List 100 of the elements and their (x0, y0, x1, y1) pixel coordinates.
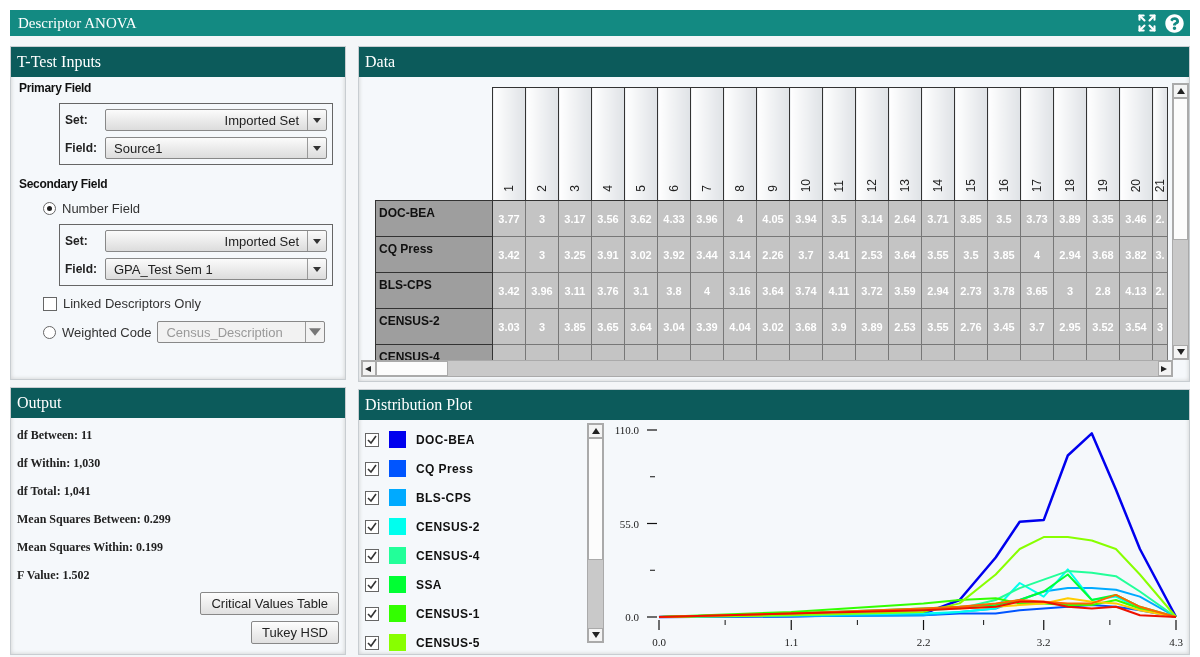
caret-icon (309, 327, 322, 337)
column-header: 3 (558, 87, 592, 201)
x-tick-label: 0.0 (652, 636, 666, 649)
checkbox[interactable] (365, 635, 379, 650)
scroll-arrow-icon[interactable] (1176, 88, 1185, 94)
checkbox[interactable] (365, 606, 379, 621)
field-dropdown[interactable]: GPA_Test Sem 1 (105, 258, 327, 280)
column-header: 11 (822, 87, 856, 201)
caret-icon (313, 266, 321, 272)
scroll-arrow-icon[interactable] (591, 428, 600, 435)
vertical-scrollbar[interactable] (1172, 83, 1189, 361)
x-tick-label: 3.2 (1036, 636, 1051, 649)
caret-icon (313, 238, 321, 244)
result-text: df Between: 11 (17, 428, 94, 444)
check-icon (367, 463, 377, 474)
field-label: Field: (65, 262, 98, 276)
legend-label: CENSUS-2 (416, 519, 480, 534)
row-header: CENSUS-2 (375, 308, 493, 345)
table-button[interactable]: Tukey HSD (251, 621, 339, 645)
checkbox[interactable] (365, 577, 379, 592)
column-header: 2 (525, 87, 559, 201)
radio-label: Number Field (62, 201, 141, 216)
scroll-arrow-icon[interactable] (1161, 365, 1169, 372)
window-title: Descriptor ANOVA (18, 14, 138, 32)
x-tick-label: 4.3 (1169, 636, 1183, 649)
result-text: df Within: 1,030 (17, 456, 102, 472)
row-header: CQ Press (375, 236, 493, 273)
column-header: 13 (888, 87, 922, 201)
scroll-thumb[interactable] (376, 361, 448, 377)
help-icon[interactable] (1165, 13, 1184, 33)
radio-button[interactable] (43, 202, 56, 215)
legend-label: BLS-CPS (416, 490, 472, 505)
vertical-scrollbar[interactable] (587, 423, 604, 644)
column-header: 6 (657, 87, 691, 201)
column-header: 15 (954, 87, 988, 201)
column-header: 9 (756, 87, 790, 201)
row-header: DOC-BEA (375, 200, 493, 237)
checkbox[interactable] (365, 548, 379, 563)
panel-title: T-Test Inputs (17, 53, 102, 71)
section-heading: Primary Field (19, 81, 93, 95)
x-tick-label: 2.2 (916, 636, 931, 649)
checkbox[interactable] (365, 519, 379, 534)
check-icon (367, 579, 377, 590)
set-label: Set: (65, 113, 89, 127)
check-icon (367, 521, 377, 532)
checkbox[interactable] (43, 296, 57, 311)
y-tick-label: 0.0 (625, 611, 639, 624)
scroll-arrow-icon[interactable] (591, 632, 600, 639)
legend-label: CENSUS-5 (416, 635, 480, 650)
row-header: BLS-CPS (375, 272, 493, 309)
horizontal-scrollbar[interactable] (361, 360, 1173, 378)
check-icon (367, 434, 377, 445)
radio-label: Weighted Code (62, 324, 152, 340)
check-icon (367, 637, 377, 648)
expand-icon[interactable] (1137, 13, 1157, 33)
checkbox[interactable] (365, 461, 379, 476)
column-header: 16 (987, 87, 1021, 201)
scroll-thumb[interactable] (588, 438, 603, 561)
check-icon (367, 492, 377, 503)
set-dropdown[interactable]: Imported Set (105, 230, 327, 252)
check-icon (367, 550, 377, 561)
legend-label: CENSUS-4 (416, 548, 480, 563)
column-header: 1 (492, 87, 526, 201)
column-header: 18 (1053, 87, 1087, 201)
checkbox[interactable] (365, 490, 379, 505)
column-header: 10 (789, 87, 823, 201)
panel-title: Output (17, 394, 62, 413)
legend-label: CQ Press (416, 461, 474, 476)
column-header: 7 (690, 87, 724, 201)
field-dropdown[interactable]: Source1 (105, 137, 327, 159)
result-text: Mean Squares Within: 0.199 (17, 540, 165, 556)
set-label: Set: (65, 234, 89, 248)
column-header: 20 (1119, 87, 1153, 201)
check-icon (367, 608, 377, 619)
panel-title: Data (365, 53, 396, 71)
column-header: 12 (855, 87, 889, 201)
result-text: df Total: 1,041 (17, 484, 92, 500)
checkbox[interactable] (365, 432, 379, 447)
scroll-arrow-icon[interactable] (365, 365, 373, 372)
column-header: 4 (591, 87, 625, 201)
legend-label: DOC-BEA (416, 432, 475, 447)
caret-icon (313, 117, 321, 123)
legend-label: SSA (416, 577, 442, 592)
checkbox-label: Linked Descriptors Only (63, 296, 201, 311)
y-tick-label: 110.0 (614, 424, 639, 437)
column-header: 5 (624, 87, 658, 201)
column-header: 19 (1086, 87, 1120, 201)
x-tick-label: 1.1 (784, 636, 799, 649)
result-text: F Value: 1.502 (17, 568, 91, 584)
legend-label: CENSUS-1 (416, 606, 480, 621)
scroll-thumb[interactable] (1173, 98, 1188, 240)
y-tick-label: 55.0 (619, 517, 639, 530)
panel-title: Distribution Plot (365, 396, 473, 415)
column-header: 17 (1020, 87, 1054, 201)
set-dropdown[interactable]: Imported Set (105, 109, 327, 131)
result-text: Mean Squares Between: 0.299 (17, 512, 172, 528)
table-button[interactable]: Critical Values Table (200, 592, 339, 616)
caret-icon (313, 145, 321, 151)
section-heading: Secondary Field (19, 177, 109, 191)
field-label: Field: (65, 141, 98, 155)
